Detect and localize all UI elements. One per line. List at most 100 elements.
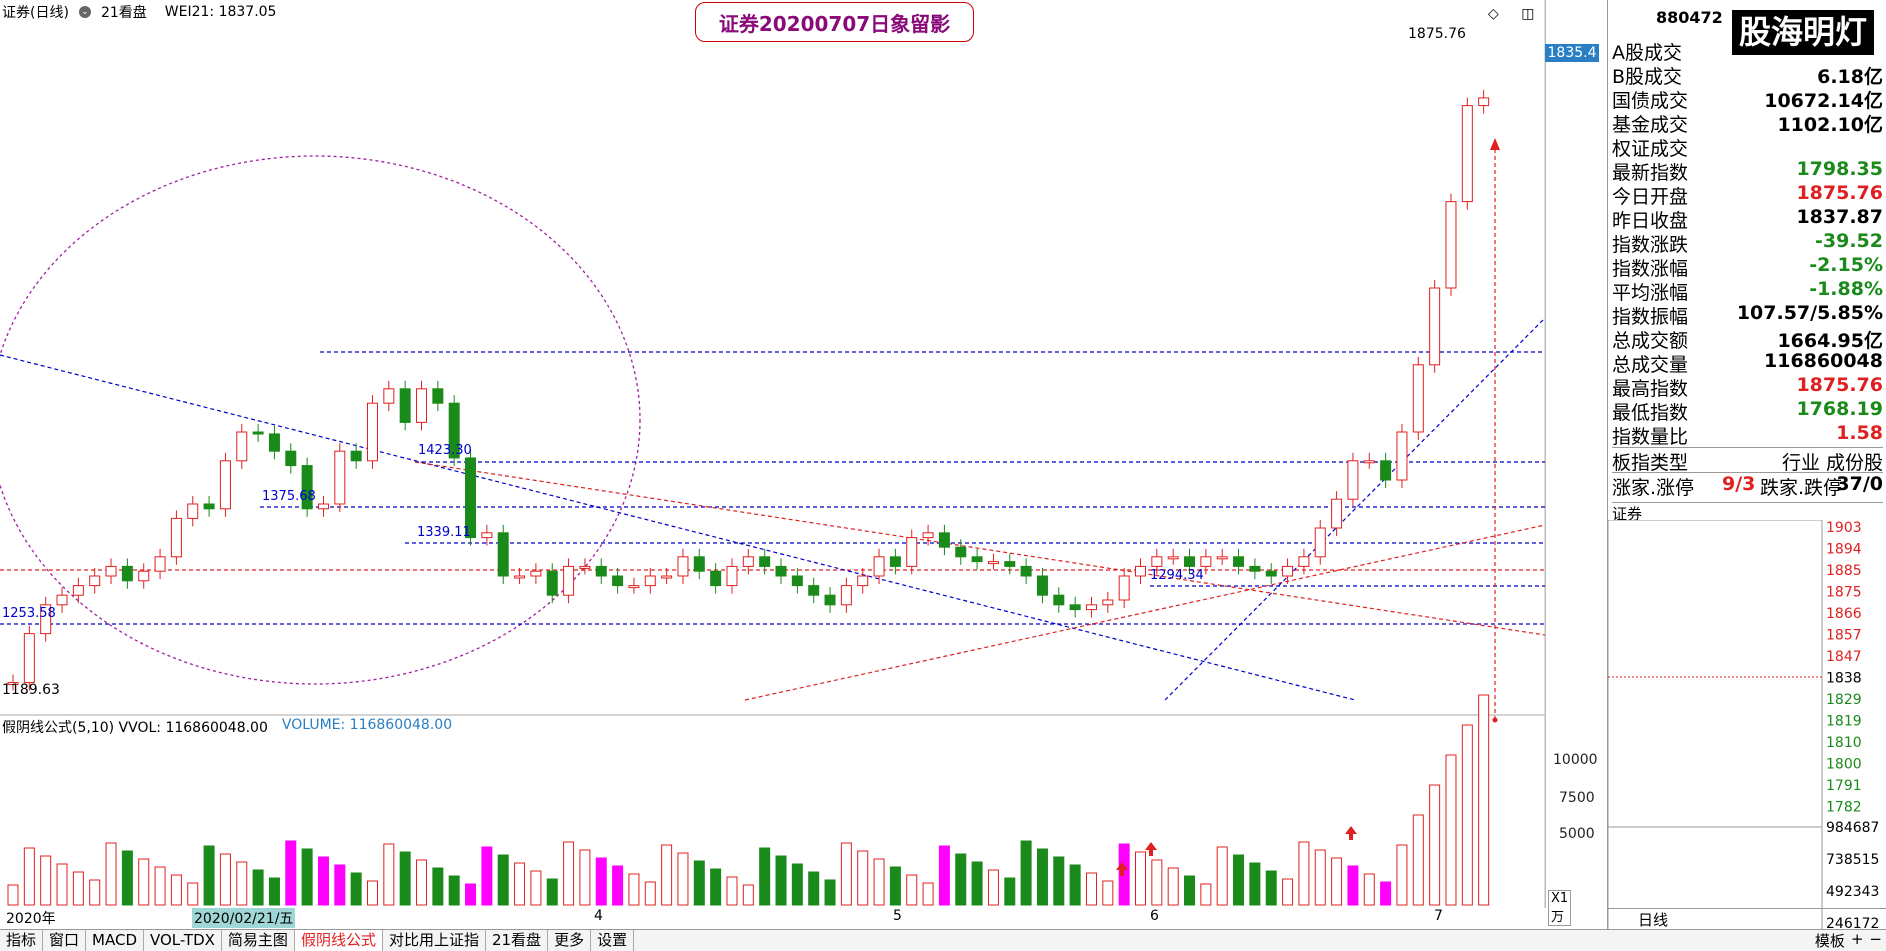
selected-date[interactable]: 2020/02/21/五 [192, 908, 296, 928]
quote-row: 指数涨幅 -2.15% [1612, 254, 1883, 280]
volume-bar [546, 878, 558, 906]
candle [72, 585, 84, 596]
candle [775, 565, 787, 577]
volume-bar [236, 861, 248, 906]
volume-bar [710, 868, 722, 906]
quote-row: 权证成交 [1612, 138, 1689, 160]
volume-bar [1020, 840, 1032, 906]
window-icon[interactable]: ◫ [1521, 6, 1534, 22]
volume-bar [1233, 854, 1245, 906]
volume-bar [824, 879, 836, 906]
bottom-tab[interactable]: VOL-TDX [144, 930, 222, 951]
template-button[interactable]: 模板 [1815, 930, 1845, 951]
main-chart-area[interactable]: 1800175017001650160015501500145014001350… [0, 0, 1599, 928]
period-label[interactable]: 日线 [1608, 908, 1886, 929]
volume-bar [448, 875, 460, 906]
candle [1331, 498, 1343, 529]
toolbar-icons[interactable]: ◇ ◫ [1488, 6, 1534, 22]
candle [612, 575, 624, 587]
quote-row: 基金成交 1102.10亿 [1612, 114, 1883, 136]
volume-bar [334, 864, 346, 906]
volume-bar [514, 862, 526, 906]
candle [1004, 561, 1016, 567]
quote-row: 指数量比 1.58 [1612, 422, 1883, 448]
bottom-tab[interactable]: MACD [86, 930, 144, 951]
candle [1412, 364, 1424, 433]
candle [595, 565, 607, 577]
volume-bar [595, 857, 607, 906]
candle [1314, 527, 1326, 558]
volume-bar [1331, 857, 1343, 906]
candle [808, 585, 820, 596]
mini-axis-label: 1885 [1826, 563, 1862, 579]
level-1375: 1375.68 [262, 489, 316, 504]
diamond-icon[interactable]: ◇ [1488, 6, 1499, 22]
candle [399, 388, 411, 423]
volume-bar [154, 866, 166, 906]
remove-button[interactable]: − [1869, 930, 1882, 951]
candle [366, 402, 378, 462]
volume-bar [840, 842, 852, 906]
volume-bar [1167, 867, 1179, 906]
candle [121, 565, 133, 582]
candle [285, 450, 297, 467]
quote-row: 指数涨跌 -39.52 [1612, 230, 1883, 256]
mini-vol-axis-label: 738515 [1826, 852, 1879, 868]
candle [1184, 556, 1196, 567]
candle [1233, 556, 1245, 567]
bottom-tab[interactable]: 21看盘 [486, 930, 549, 951]
volume-bar [628, 873, 640, 906]
candlestick-chart[interactable]: 1800175017001650160015501500145014001350… [0, 0, 1545, 908]
candle [1200, 556, 1212, 567]
bottom-tab[interactable]: 窗口 [43, 930, 87, 951]
instrument-label[interactable]: 证券(日线) [2, 2, 69, 22]
indicator-label: 21看盘 [100, 5, 147, 21]
bottom-tab[interactable]: 简易主图 [222, 930, 295, 951]
volume-bar [138, 858, 150, 906]
volume-bar [1053, 856, 1065, 906]
volume-bar [383, 843, 395, 906]
candle [317, 503, 329, 510]
volume-bar [857, 850, 869, 906]
volume-bar [1004, 877, 1016, 906]
bottom-right-controls: 模板 + − [1815, 930, 1882, 951]
candle [1478, 97, 1490, 107]
volume-bar [1085, 872, 1097, 906]
add-button[interactable]: + [1851, 930, 1864, 951]
candle [857, 575, 869, 587]
candle [530, 570, 542, 577]
bottom-tab[interactable]: 设置 [591, 930, 635, 951]
candle [1347, 460, 1359, 500]
mini-axis-label: 1829 [1826, 692, 1862, 708]
mini-axis-label: 1875 [1826, 585, 1862, 601]
candle [661, 575, 673, 579]
mini-axis-label: 1838 [1826, 671, 1862, 687]
volume-bar [301, 848, 313, 906]
candle [1102, 599, 1114, 606]
bottom-tab[interactable]: 对比用上证指 [383, 930, 486, 951]
candle [350, 450, 362, 462]
bottom-tab[interactable]: 假阴线公式 [294, 930, 383, 951]
level-1294: 1294.34 [1150, 568, 1204, 583]
mini-axis-label: 1819 [1826, 714, 1862, 730]
intraday-mini-chart[interactable]: 1903 1894 1885 1875 1866 1857 1847 1838 1829 1819… [1608, 520, 1886, 940]
volume-bar [530, 870, 542, 906]
volume-bar [791, 863, 803, 906]
bottom-tab[interactable]: 更多 [548, 930, 592, 951]
volume-bar [203, 845, 215, 906]
candle [1036, 575, 1048, 596]
candle [726, 565, 738, 587]
high-label: 1875.76 [1408, 26, 1466, 42]
candle [1445, 201, 1457, 289]
bottom-tab[interactable]: 指标 [0, 930, 44, 951]
circle-annotation [0, 155, 641, 685]
volume-bar [432, 867, 444, 906]
candle [268, 433, 280, 452]
mini-axis-label: 1847 [1826, 649, 1862, 665]
quote-row: 最低指数 1768.19 [1612, 398, 1883, 424]
volume-bar [1461, 724, 1473, 906]
volume-bar [366, 880, 378, 906]
settings-icon[interactable]: ⌄ [78, 6, 91, 18]
volume-bar [1200, 883, 1212, 906]
volume-bar [121, 850, 133, 906]
